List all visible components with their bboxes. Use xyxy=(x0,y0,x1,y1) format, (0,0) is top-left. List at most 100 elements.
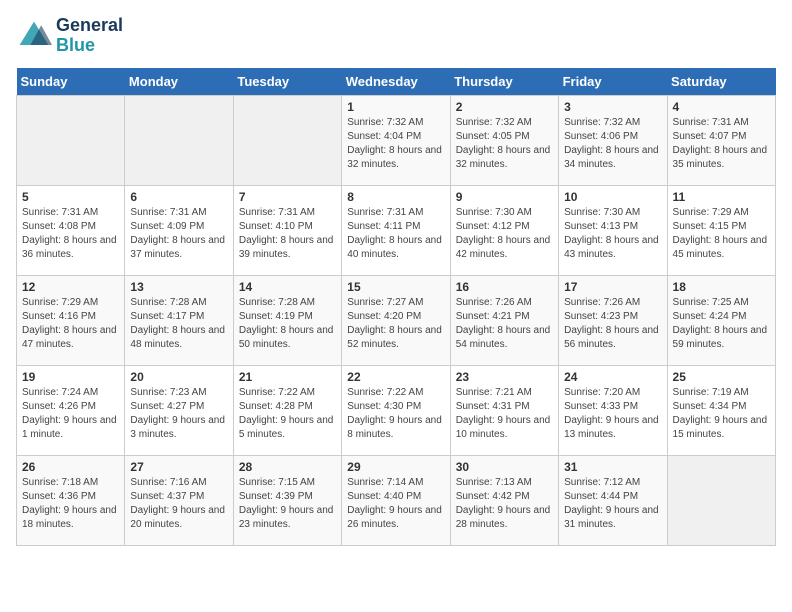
day-info: Sunrise: 7:31 AM Sunset: 4:09 PM Dayligh… xyxy=(130,206,227,262)
day-info: Sunrise: 7:31 AM Sunset: 4:08 PM Dayligh… xyxy=(22,206,119,262)
day-number: 13 xyxy=(130,280,227,294)
day-number: 22 xyxy=(347,370,444,384)
day-number: 8 xyxy=(347,190,444,204)
day-info: Sunrise: 7:22 AM Sunset: 4:30 PM Dayligh… xyxy=(347,386,444,442)
calendar-cell: 23Sunrise: 7:21 AM Sunset: 4:31 PM Dayli… xyxy=(450,365,558,455)
day-info: Sunrise: 7:29 AM Sunset: 4:16 PM Dayligh… xyxy=(22,296,119,352)
calendar-cell: 9Sunrise: 7:30 AM Sunset: 4:12 PM Daylig… xyxy=(450,185,558,275)
logo-text: General Blue xyxy=(56,16,123,56)
day-info: Sunrise: 7:32 AM Sunset: 4:04 PM Dayligh… xyxy=(347,116,444,172)
day-info: Sunrise: 7:26 AM Sunset: 4:23 PM Dayligh… xyxy=(564,296,661,352)
day-info: Sunrise: 7:16 AM Sunset: 4:37 PM Dayligh… xyxy=(130,476,227,532)
day-number: 3 xyxy=(564,100,661,114)
day-number: 19 xyxy=(22,370,119,384)
day-number: 7 xyxy=(239,190,336,204)
day-header-wednesday: Wednesday xyxy=(342,68,450,96)
calendar-cell: 24Sunrise: 7:20 AM Sunset: 4:33 PM Dayli… xyxy=(559,365,667,455)
calendar-cell: 30 Sunrise: 7:13 AM Sunset: 4:42 PM Dayli… xyxy=(450,455,558,545)
calendar-cell: 8 Sunrise: 7:31 AM Sunset: 4:11 PM Daylig… xyxy=(342,185,450,275)
day-number: 17 xyxy=(564,280,661,294)
day-header-thursday: Thursday xyxy=(450,68,558,96)
calendar-cell: 19 Sunrise: 7:24 AM Sunset: 4:26 PM Dayli… xyxy=(17,365,125,455)
day-number: 29 xyxy=(347,460,444,474)
day-info: Sunrise: 7:31 AM Sunset: 4:11 PM Dayligh… xyxy=(347,206,444,262)
calendar-cell: 25 Sunrise: 7:19 AM Sunset: 4:34 PM Dayli… xyxy=(667,365,775,455)
calendar-cell: 12 Sunrise: 7:29 AM Sunset: 4:16 PM Dayli… xyxy=(17,275,125,365)
calendar-cell: 5 Sunrise: 7:31 AM Sunset: 4:08 PM Daylig… xyxy=(17,185,125,275)
calendar-cell: 28 Sunrise: 7:15 AM Sunset: 4:39 PM Dayli… xyxy=(233,455,341,545)
day-info: Sunrise: 7:15 AM Sunset: 4:39 PM Dayligh… xyxy=(239,476,336,532)
day-number: 27 xyxy=(130,460,227,474)
day-number: 1 xyxy=(347,100,444,114)
page-header: General Blue xyxy=(16,16,776,56)
day-info: Sunrise: 7:14 AM Sunset: 4:40 PM Dayligh… xyxy=(347,476,444,532)
day-header-tuesday: Tuesday xyxy=(233,68,341,96)
day-number: 4 xyxy=(673,100,770,114)
day-number: 21 xyxy=(239,370,336,384)
day-info: Sunrise: 7:21 AM Sunset: 4:31 PM Dayligh… xyxy=(456,386,553,442)
day-info: Sunrise: 7:32 AM Sunset: 4:05 PM Dayligh… xyxy=(456,116,553,172)
day-header-monday: Monday xyxy=(125,68,233,96)
day-info: Sunrise: 7:30 AM Sunset: 4:13 PM Dayligh… xyxy=(564,206,661,262)
calendar-table: SundayMondayTuesdayWednesdayThursdayFrid… xyxy=(16,68,776,546)
calendar-cell xyxy=(17,95,125,185)
calendar-cell: 18Sunrise: 7:25 AM Sunset: 4:24 PM Dayli… xyxy=(667,275,775,365)
calendar-header: SundayMondayTuesdayWednesdayThursdayFrid… xyxy=(17,68,776,96)
calendar-cell: 1 Sunrise: 7:32 AM Sunset: 4:04 PM Daylig… xyxy=(342,95,450,185)
day-number: 28 xyxy=(239,460,336,474)
calendar-cell: 10 Sunrise: 7:30 AM Sunset: 4:13 PM Dayli… xyxy=(559,185,667,275)
day-number: 5 xyxy=(22,190,119,204)
day-info: Sunrise: 7:19 AM Sunset: 4:34 PM Dayligh… xyxy=(673,386,770,442)
calendar-cell xyxy=(125,95,233,185)
calendar-cell: 21 Sunrise: 7:22 AM Sunset: 4:28 PM Dayli… xyxy=(233,365,341,455)
day-number: 20 xyxy=(130,370,227,384)
calendar-cell xyxy=(233,95,341,185)
calendar-cell: 20 Sunrise: 7:23 AM Sunset: 4:27 PM Dayli… xyxy=(125,365,233,455)
day-number: 15 xyxy=(347,280,444,294)
day-info: Sunrise: 7:28 AM Sunset: 4:17 PM Dayligh… xyxy=(130,296,227,352)
day-number: 12 xyxy=(22,280,119,294)
calendar-cell: 14 Sunrise: 7:28 AM Sunset: 4:19 PM Dayli… xyxy=(233,275,341,365)
calendar-cell: 29 Sunrise: 7:14 AM Sunset: 4:40 PM Dayli… xyxy=(342,455,450,545)
day-number: 18 xyxy=(673,280,770,294)
day-number: 26 xyxy=(22,460,119,474)
day-number: 25 xyxy=(673,370,770,384)
day-info: Sunrise: 7:24 AM Sunset: 4:26 PM Dayligh… xyxy=(22,386,119,442)
calendar-cell: 22 Sunrise: 7:22 AM Sunset: 4:30 PM Dayli… xyxy=(342,365,450,455)
logo-icon xyxy=(16,18,52,54)
day-number: 30 xyxy=(456,460,553,474)
day-number: 11 xyxy=(673,190,770,204)
day-info: Sunrise: 7:31 AM Sunset: 4:07 PM Dayligh… xyxy=(673,116,770,172)
day-info: Sunrise: 7:13 AM Sunset: 4:42 PM Dayligh… xyxy=(456,476,553,532)
day-number: 10 xyxy=(564,190,661,204)
logo: General Blue xyxy=(16,16,123,56)
calendar-cell: 11 Sunrise: 7:29 AM Sunset: 4:15 PM Dayli… xyxy=(667,185,775,275)
day-info: Sunrise: 7:28 AM Sunset: 4:19 PM Dayligh… xyxy=(239,296,336,352)
day-info: Sunrise: 7:31 AM Sunset: 4:10 PM Dayligh… xyxy=(239,206,336,262)
day-number: 31 xyxy=(564,460,661,474)
calendar-cell: 6 Sunrise: 7:31 AM Sunset: 4:09 PM Daylig… xyxy=(125,185,233,275)
day-info: Sunrise: 7:30 AM Sunset: 4:12 PM Dayligh… xyxy=(456,206,553,262)
calendar-cell: 27 Sunrise: 7:16 AM Sunset: 4:37 PM Dayli… xyxy=(125,455,233,545)
day-number: 16 xyxy=(456,280,553,294)
day-info: Sunrise: 7:29 AM Sunset: 4:15 PM Dayligh… xyxy=(673,206,770,262)
calendar-cell: 17 Sunrise: 7:26 AM Sunset: 4:23 PM Dayli… xyxy=(559,275,667,365)
day-header-sunday: Sunday xyxy=(17,68,125,96)
calendar-cell: 31 Sunrise: 7:12 AM Sunset: 4:44 PM Dayli… xyxy=(559,455,667,545)
calendar-cell: 16 Sunrise: 7:26 AM Sunset: 4:21 PM Dayli… xyxy=(450,275,558,365)
calendar-cell: 15Sunrise: 7:27 AM Sunset: 4:20 PM Dayli… xyxy=(342,275,450,365)
day-number: 6 xyxy=(130,190,227,204)
calendar-cell: 2 Sunrise: 7:32 AM Sunset: 4:05 PM Daylig… xyxy=(450,95,558,185)
calendar-cell: 7 Sunrise: 7:31 AM Sunset: 4:10 PM Daylig… xyxy=(233,185,341,275)
day-info: Sunrise: 7:22 AM Sunset: 4:28 PM Dayligh… xyxy=(239,386,336,442)
day-info: Sunrise: 7:12 AM Sunset: 4:44 PM Dayligh… xyxy=(564,476,661,532)
day-number: 14 xyxy=(239,280,336,294)
day-number: 2 xyxy=(456,100,553,114)
calendar-cell: 13 Sunrise: 7:28 AM Sunset: 4:17 PM Dayli… xyxy=(125,275,233,365)
day-info: Sunrise: 7:23 AM Sunset: 4:27 PM Dayligh… xyxy=(130,386,227,442)
day-info: Sunrise: 7:26 AM Sunset: 4:21 PM Dayligh… xyxy=(456,296,553,352)
day-info: Sunrise: 7:32 AM Sunset: 4:06 PM Dayligh… xyxy=(564,116,661,172)
day-header-friday: Friday xyxy=(559,68,667,96)
day-header-saturday: Saturday xyxy=(667,68,775,96)
calendar-cell: 3 Sunrise: 7:32 AM Sunset: 4:06 PM Daylig… xyxy=(559,95,667,185)
